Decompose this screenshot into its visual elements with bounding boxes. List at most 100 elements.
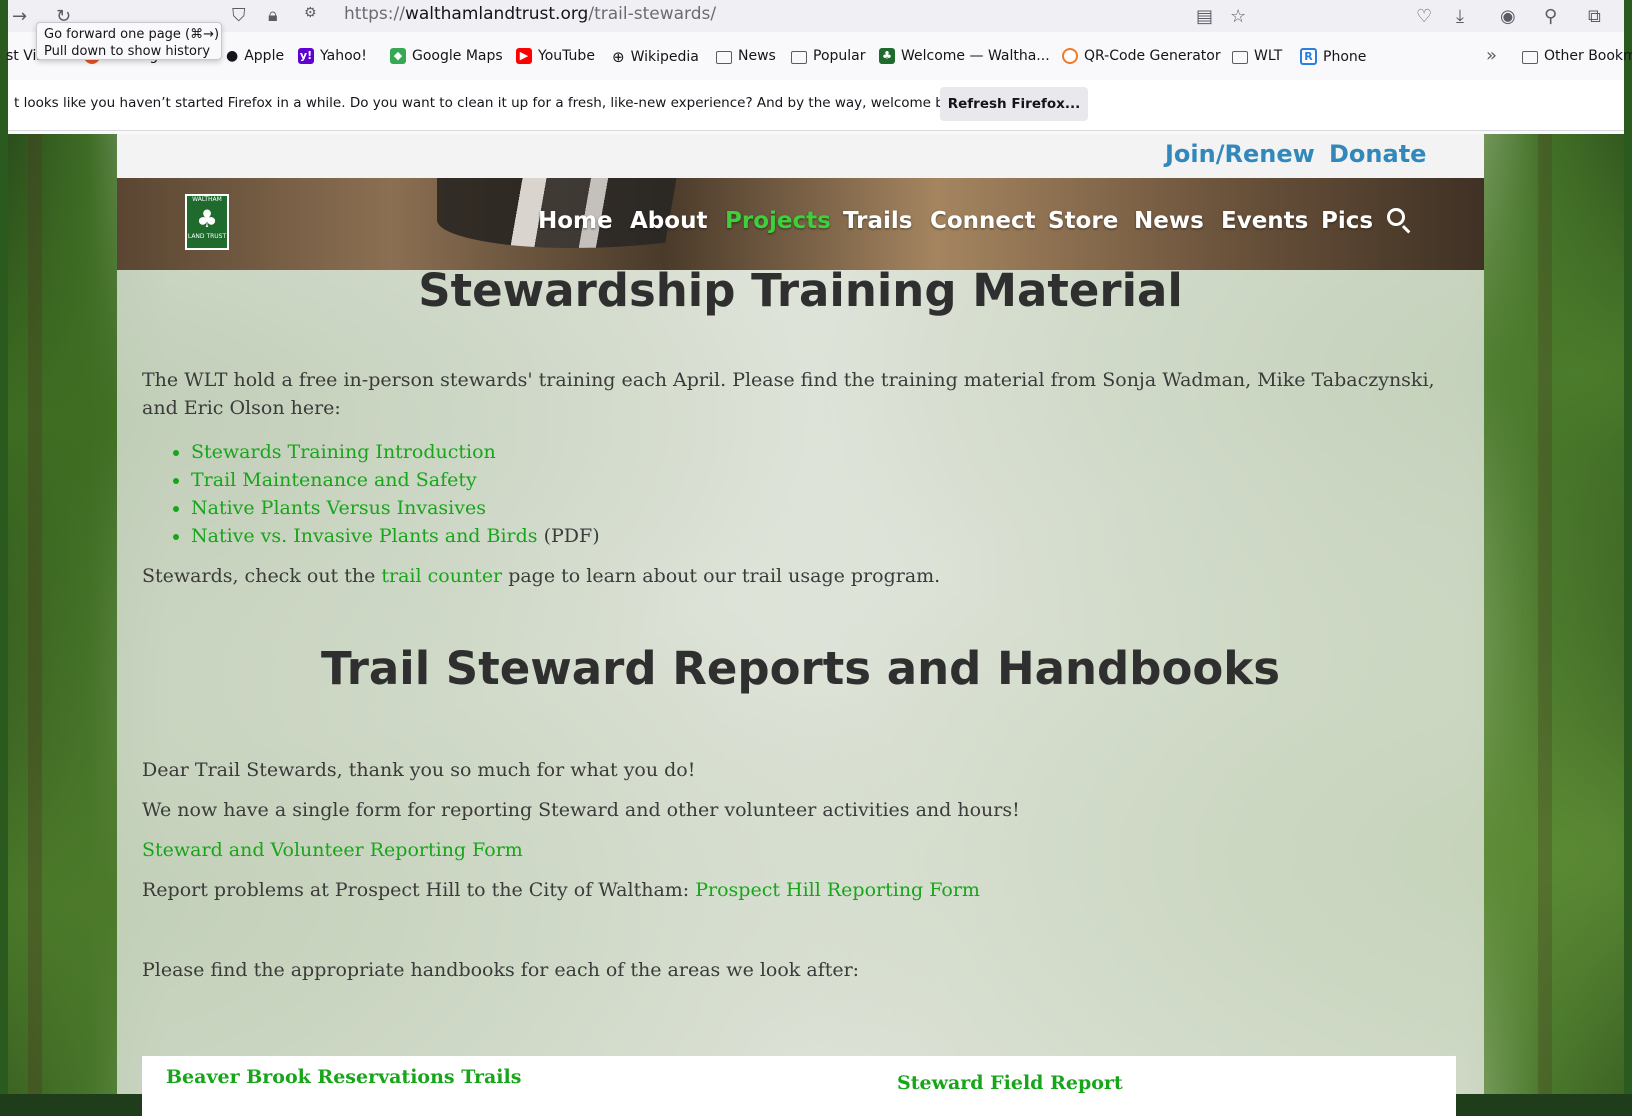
download-icon[interactable]: ⤓ <box>1456 6 1464 27</box>
folder-icon <box>716 50 732 64</box>
beaver-brook-trails-link[interactable]: Beaver Brook Reservations Trails <box>166 1066 521 1088</box>
refresh-notification-bar: t looks like you haven’t started Firefox… <box>8 80 1624 131</box>
list-item: Stewards Training Introduction <box>191 438 600 466</box>
nav-news[interactable]: News <box>1134 208 1204 234</box>
wlt-icon: ♣ <box>879 48 895 64</box>
tooltip-line-2: Pull down to show history <box>44 44 211 59</box>
tree-trunk <box>28 134 42 1094</box>
yahoo-icon: y! <box>298 48 314 64</box>
trail-counter-paragraph: Stewards, check out the trail counter pa… <box>142 562 940 590</box>
nav-events[interactable]: Events <box>1221 208 1308 234</box>
bookmark-label: Yahoo! <box>320 48 367 64</box>
nav-store[interactable]: Store <box>1048 208 1118 234</box>
shield-icon[interactable]: ⛉ <box>232 5 246 26</box>
stewards-training-intro-link[interactable]: Stewards Training Introduction <box>191 441 496 463</box>
handbook-cards: Beaver Brook Reservations Trails Steward… <box>142 1056 1456 1116</box>
chevron-overflow-icon[interactable]: » <box>1486 45 1497 66</box>
list-item: Native Plants Versus Invasives <box>191 494 600 522</box>
zoom-icon[interactable]: ⚲ <box>1544 6 1557 27</box>
nav-projects[interactable]: Projects <box>725 208 831 234</box>
browser-toolbar: → ↻ ⛉ 🔒︎ ⚙ https://walthamlandtrust.org/… <box>8 0 1624 32</box>
refresh-firefox-button[interactable]: Refresh Firefox... <box>940 87 1088 121</box>
bookmark-youtube[interactable]: ▶ YouTube <box>516 48 595 64</box>
list-item: Native vs. Invasive Plants and Birds (PD… <box>191 522 600 550</box>
reader-view-icon[interactable]: ▤ <box>1196 6 1213 27</box>
folder-icon <box>1232 50 1248 64</box>
bookmark-wikipedia[interactable]: ⊕ Wikipedia <box>612 48 699 66</box>
bookmark-phone[interactable]: R Phone <box>1300 48 1366 65</box>
trail-maintenance-link[interactable]: Trail Maintenance and Safety <box>191 469 477 491</box>
bookmark-label: Wikipedia <box>630 49 699 65</box>
single-form-paragraph: We now have a single form for reporting … <box>142 799 1020 821</box>
maps-icon: ◆ <box>390 48 406 64</box>
bookmark-star-icon[interactable]: ☆ <box>1230 6 1246 27</box>
notification-text: t looks like you haven’t started Firefox… <box>14 95 973 111</box>
site-container: Join/Renew Donate WALTHAM ♣ LAND TRUST H… <box>117 134 1484 1116</box>
tree-trunk <box>1538 134 1552 1094</box>
bookmark-folder-popular[interactable]: Popular <box>791 48 866 64</box>
waltham-land-trust-logo[interactable]: WALTHAM ♣ LAND TRUST <box>185 194 229 250</box>
globe-icon: ⊕ <box>612 48 625 66</box>
url-host: walthamlandtrust.org <box>404 4 589 24</box>
bookmark-label: YouTube <box>538 48 595 64</box>
training-intro-line-2: and Eric Olson here: <box>142 397 341 419</box>
join-renew-link[interactable]: Join/Renew <box>1165 140 1315 168</box>
search-icon[interactable] <box>1387 208 1405 226</box>
section-title-reports: Trail Steward Reports and Handbooks <box>320 642 1281 695</box>
nav-home[interactable]: Home <box>538 208 613 234</box>
donate-link[interactable]: Donate <box>1329 140 1426 168</box>
logo-text-top: WALTHAM <box>192 196 222 203</box>
lock-icon[interactable]: 🔒︎ <box>268 5 278 26</box>
window-left-edge <box>0 0 8 1094</box>
forward-arrow-icon[interactable]: → <box>12 6 27 27</box>
bookmark-label: Popular <box>813 48 866 64</box>
folder-icon <box>791 50 807 64</box>
bookmark-folder-wlt[interactable]: WLT <box>1232 48 1282 64</box>
site-top-bar: Join/Renew Donate <box>117 134 1484 179</box>
nav-trails[interactable]: Trails <box>843 208 912 234</box>
phone-icon: R <box>1300 48 1317 65</box>
native-invasive-birds-link[interactable]: Native vs. Invasive Plants and Birds <box>191 525 538 547</box>
bookmark-label: WLT <box>1254 48 1283 64</box>
folder-icon <box>1522 50 1538 64</box>
permissions-icon[interactable]: ⚙ <box>304 5 317 21</box>
bookmark-yahoo[interactable]: y! Yahoo! <box>298 48 367 64</box>
site-header: WALTHAM ♣ LAND TRUST Home About Projects… <box>117 178 1484 270</box>
steward-field-report-link[interactable]: Steward Field Report <box>897 1072 1123 1094</box>
bookmark-folder-news[interactable]: News <box>716 48 776 64</box>
bookmark-folder-other[interactable]: Other Bookm <box>1522 48 1632 64</box>
nav-pics[interactable]: Pics <box>1321 208 1373 234</box>
url-text[interactable]: https://walthamlandtrust.org/trail-stewa… <box>344 4 716 24</box>
extensions-icon[interactable]: ⧉ <box>1588 6 1601 27</box>
tree-icon: ♣ <box>196 205 218 233</box>
native-plants-link[interactable]: Native Plants Versus Invasives <box>191 497 486 519</box>
prospect-hill-paragraph: Report problems at Prospect Hill to the … <box>142 876 980 904</box>
nav-connect[interactable]: Connect <box>930 208 1036 234</box>
bookmark-label: Phone <box>1323 48 1367 65</box>
youtube-icon: ▶ <box>516 48 532 64</box>
qr-icon <box>1062 48 1078 64</box>
bookmark-label: QR-Code Generator <box>1084 48 1221 64</box>
training-material-list: Stewards Training Introduction Trail Mai… <box>142 438 600 550</box>
section-title-training: Stewardship Training Material <box>418 264 1183 317</box>
bookmark-welcome-waltham[interactable]: ♣ Welcome — Waltha... <box>879 48 1050 64</box>
bookmark-apple[interactable]: ● Apple <box>226 48 284 64</box>
trail-counter-link[interactable]: trail counter <box>381 565 502 587</box>
prospect-hill-form-link[interactable]: Prospect Hill Reporting Form <box>695 879 980 901</box>
steward-reporting-form-link[interactable]: Steward and Volunteer Reporting Form <box>142 836 523 864</box>
pdf-note: (PDF) <box>543 525 600 547</box>
list-item: Trail Maintenance and Safety <box>191 466 600 494</box>
pocket-icon[interactable]: ♡ <box>1416 6 1432 27</box>
bookmark-qr-code[interactable]: QR-Code Generator <box>1062 48 1221 64</box>
bookmark-google-maps[interactable]: ◆ Google Maps <box>390 48 503 64</box>
url-scheme: https:// <box>344 4 405 24</box>
tooltip-line-1: Go forward one page (⌘→) <box>44 27 220 42</box>
url-path: /trail-stewards/ <box>588 4 717 24</box>
counter-text-after: page to learn about our trail usage prog… <box>502 565 941 587</box>
logo-text-bottom: LAND TRUST <box>187 233 227 240</box>
account-icon[interactable]: ◉ <box>1500 6 1516 27</box>
nav-about[interactable]: About <box>630 208 707 234</box>
bookmark-label: News <box>738 48 776 64</box>
forward-tooltip: Go forward one page (⌘→) Pull down to sh… <box>36 22 222 60</box>
window-right-edge <box>1624 0 1632 1094</box>
